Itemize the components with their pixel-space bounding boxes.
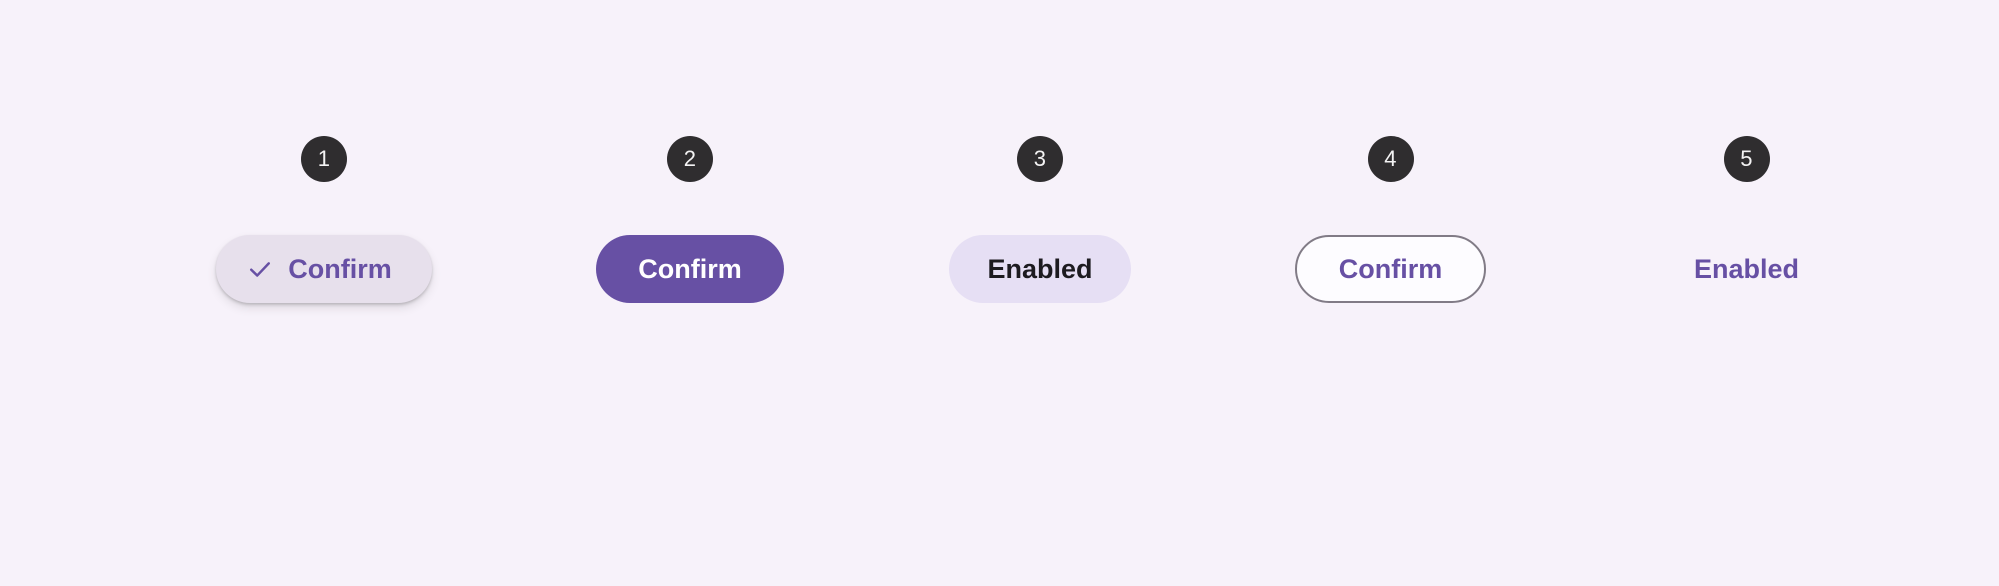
variant-number-badge-4: 4: [1367, 136, 1414, 182]
enabled-button-tonal-label: Enabled: [987, 253, 1093, 284]
button-variant-4: 4 Confirm: [1294, 136, 1487, 303]
variant-number-badge-3-label: 3: [1033, 146, 1047, 171]
confirm-button-filled[interactable]: Confirm: [596, 235, 784, 303]
variant-number-badge-2-label: 2: [683, 146, 697, 171]
confirm-button-tonal-elevated-label: Confirm: [288, 253, 392, 284]
button-variants-stage: 1 Confirm 2 Confirm 3 Enabled 4 Confirm …: [0, 0, 1999, 586]
variant-number-badge-2: 2: [667, 136, 713, 182]
button-variant-2: 2 Confirm: [595, 136, 785, 303]
confirm-button-outlined[interactable]: Confirm: [1294, 235, 1487, 303]
confirm-button-tonal-elevated[interactable]: Confirm: [216, 235, 432, 303]
variant-number-badge-3: 3: [1017, 136, 1063, 182]
button-variant-1: 1 Confirm: [208, 136, 440, 303]
variant-number-badge-5: 5: [1723, 136, 1770, 182]
variant-number-badge-1: 1: [301, 136, 347, 182]
enabled-button-text[interactable]: Enabled: [1680, 235, 1813, 303]
variant-number-badge-4-label: 4: [1384, 146, 1397, 171]
variant-number-badge-1-label: 1: [317, 146, 331, 171]
button-variant-5: 5 Enabled: [1648, 136, 1845, 303]
enabled-button-text-label: Enabled: [1693, 253, 1800, 284]
enabled-button-tonal[interactable]: Enabled: [949, 235, 1131, 303]
variant-number-badge-5-label: 5: [1740, 146, 1753, 171]
confirm-button-filled-label: Confirm: [638, 253, 742, 284]
check-icon: [246, 255, 274, 283]
confirm-button-outlined-label: Confirm: [1338, 253, 1443, 284]
button-variant-3: 3 Enabled: [945, 136, 1135, 303]
